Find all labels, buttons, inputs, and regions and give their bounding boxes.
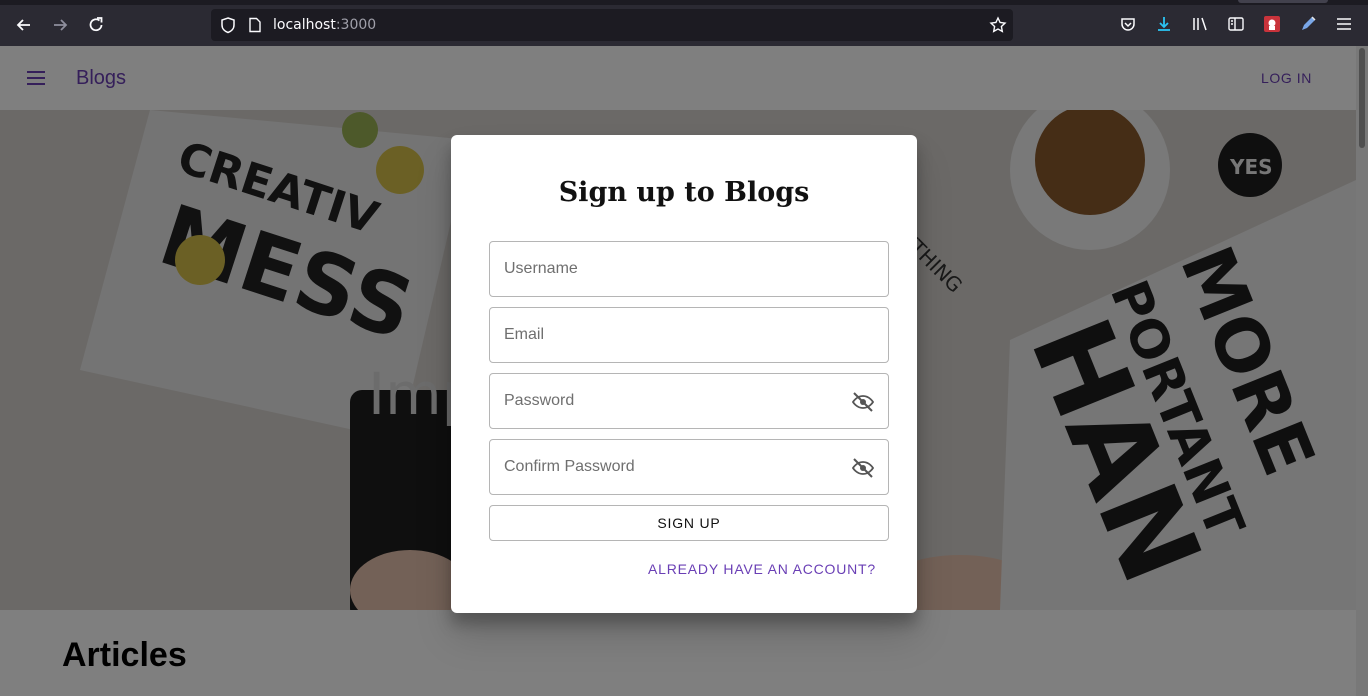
password-field[interactable]	[489, 373, 889, 429]
url-bar[interactable]: localhost:3000	[211, 9, 1013, 41]
bookmark-star-icon[interactable]	[989, 16, 1007, 34]
signup-dialog: Sign up to Blogs SIGN UP ALREADY HAVE AN…	[451, 135, 917, 613]
confirm-password-field[interactable]	[489, 439, 889, 495]
email-input[interactable]	[490, 308, 888, 362]
extension-icon[interactable]	[1263, 15, 1281, 33]
dialog-title: Sign up to Blogs	[558, 177, 810, 208]
page-icon	[249, 17, 261, 33]
pocket-icon[interactable]	[1119, 15, 1137, 33]
visibility-off-icon[interactable]	[851, 456, 875, 480]
pen-icon[interactable]	[1299, 15, 1317, 33]
email-field[interactable]	[489, 307, 889, 363]
forward-icon[interactable]	[48, 13, 72, 37]
downloads-icon[interactable]	[1155, 15, 1173, 33]
url-text[interactable]: localhost:3000	[273, 17, 376, 33]
library-icon[interactable]	[1191, 15, 1209, 33]
confirm-password-input[interactable]	[490, 440, 888, 494]
menu-icon[interactable]	[1335, 15, 1353, 33]
back-icon[interactable]	[12, 13, 36, 37]
username-field[interactable]	[489, 241, 889, 297]
reload-icon[interactable]	[84, 13, 108, 37]
sidebar-icon[interactable]	[1227, 15, 1245, 33]
already-have-account-link[interactable]: ALREADY HAVE AN ACCOUNT?	[648, 561, 876, 577]
signup-button[interactable]: SIGN UP	[489, 505, 889, 541]
visibility-off-icon[interactable]	[851, 390, 875, 414]
shield-icon[interactable]	[219, 16, 237, 34]
browser-toolbar: localhost:3000	[0, 0, 1368, 46]
username-input[interactable]	[490, 242, 888, 296]
password-input[interactable]	[490, 374, 888, 428]
